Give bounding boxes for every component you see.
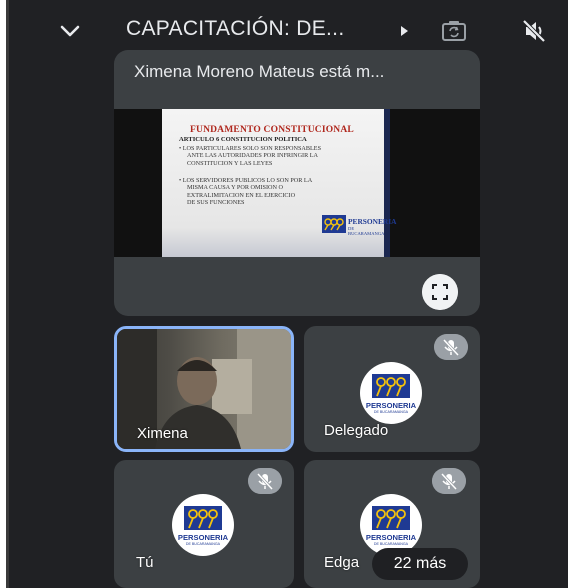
chevron-down-icon[interactable] <box>59 20 81 42</box>
participant-tile[interactable]: Ximena <box>114 326 294 452</box>
participant-name: Tú <box>136 554 154 571</box>
participant-tile[interactable]: PERSONERIA DE BUCARAMANGA Delegado <box>304 326 480 452</box>
speaker-off-icon[interactable] <box>521 18 547 44</box>
avatar: PERSONERIA DE BUCARAMANGA <box>360 494 422 556</box>
camera-flip-icon[interactable] <box>441 19 467 43</box>
presenter-label: Ximena Moreno Mateus está m... <box>134 62 385 81</box>
presentation-tile[interactable]: Ximena Moreno Mateus está m... FUNDAMENT… <box>114 50 480 316</box>
mic-off-icon <box>248 468 282 494</box>
meeting-title[interactable]: CAPACITACIÓN: DE... <box>126 17 344 41</box>
slide-bullet-2: • LOS SERVIDORES PUBLICOS LO SON POR LA … <box>179 177 313 207</box>
participant-name: Delegado <box>324 422 389 439</box>
mic-off-icon <box>434 334 468 360</box>
slide-bullet-1: • LOS PARTICULARES SOLO SON RESPONSABLES… <box>179 145 322 167</box>
slide: FUNDAMENTO CONSTITUCIONAL ARTICULO 6 CON… <box>162 109 396 257</box>
participant-tile[interactable]: PERSONERIA DE BUCARAMANGA Tú <box>114 460 294 588</box>
personeria-logo: PERSONERIA DE BUCARAMANGA <box>322 212 396 242</box>
slide-heading: FUNDAMENTO CONSTITUCIONAL <box>190 125 354 135</box>
participant-name: Ximena <box>137 425 188 442</box>
personeria-mark-icon <box>372 374 410 398</box>
more-participants-button[interactable]: 22 más <box>372 548 468 580</box>
personeria-mark-icon <box>322 215 346 233</box>
mic-off-icon <box>432 468 466 494</box>
play-triangle-icon[interactable] <box>401 26 408 36</box>
shared-screen: FUNDAMENTO CONSTITUCIONAL ARTICULO 6 CON… <box>114 109 480 257</box>
personeria-mark-icon <box>372 506 410 530</box>
avatar: PERSONERIA DE BUCARAMANGA <box>360 362 422 424</box>
meeting-screen: CAPACITACIÓN: DE... Ximena Moreno Mateus… <box>6 0 568 588</box>
slide-subheading: ARTICULO 6 CONSTITUCION POLITICA <box>179 136 307 143</box>
personeria-mark-icon <box>184 506 222 530</box>
participant-name: Edga <box>324 554 360 571</box>
fullscreen-icon[interactable] <box>422 274 458 310</box>
avatar: PERSONERIA DE BUCARAMANGA <box>172 494 234 556</box>
